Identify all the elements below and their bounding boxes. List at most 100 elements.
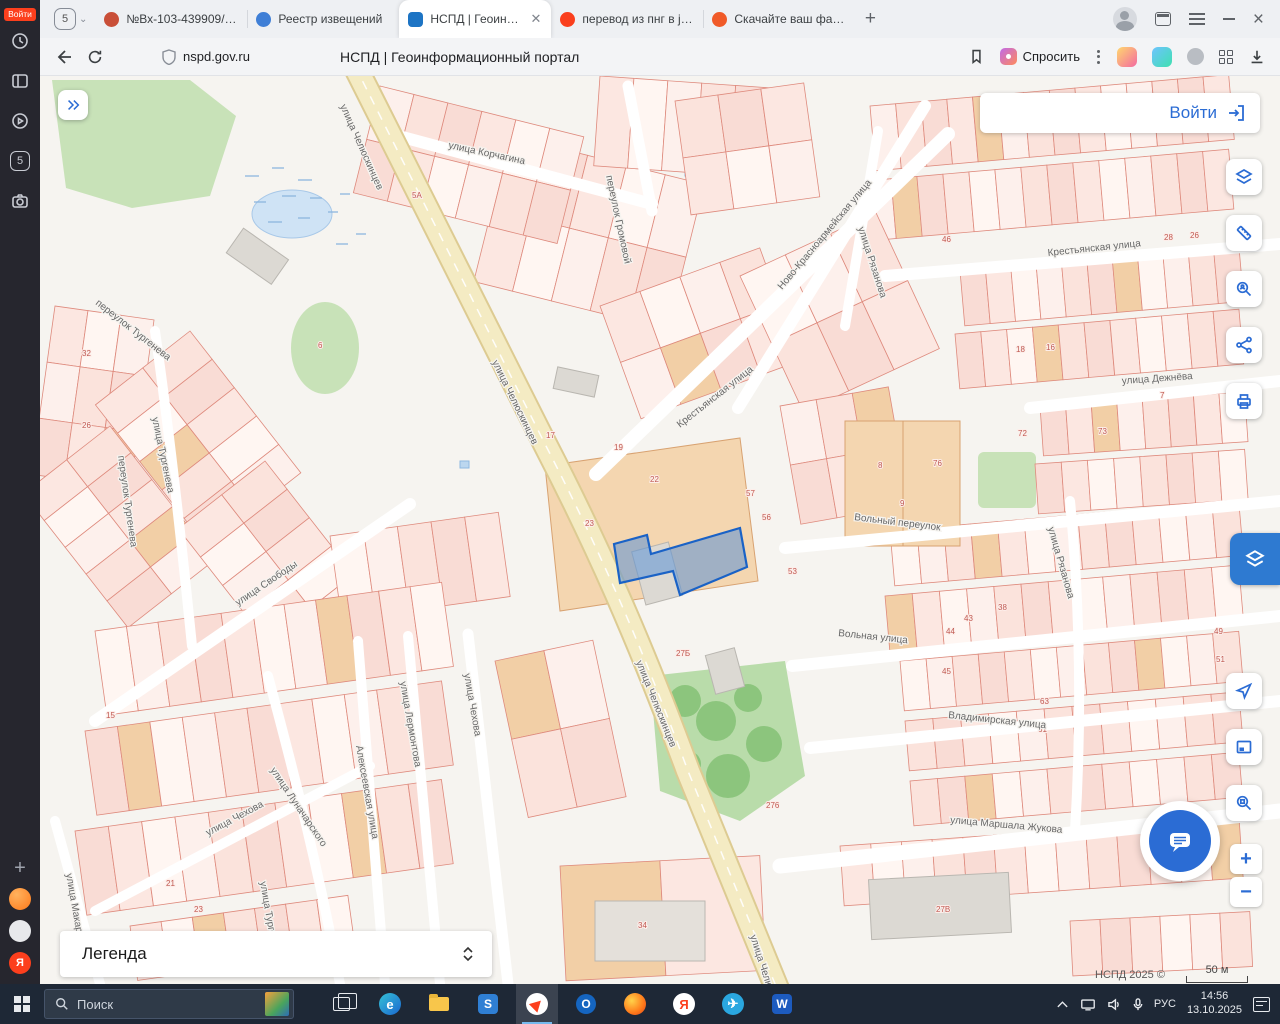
tab-counter[interactable]: 5 ⌄	[54, 8, 87, 30]
parcel-number: 38	[998, 603, 1007, 612]
parcel-number: 34	[638, 921, 647, 930]
map-area: 5А 6 32 26 17 19 23 22 57 56 53 27Б 276 34 27В 8 76 9 44 43…	[40, 76, 1280, 984]
collections-icon[interactable]	[1219, 49, 1233, 64]
panels-icon[interactable]	[0, 61, 40, 101]
parcel-number: 8	[878, 461, 883, 470]
edge-icon[interactable]: e	[369, 984, 411, 1024]
parcel-number: 49	[1214, 627, 1223, 636]
measure-button[interactable]	[1226, 215, 1262, 251]
notification-center-icon[interactable]	[1253, 996, 1270, 1012]
play-icon[interactable]	[0, 101, 40, 141]
bookmarks-count-badge[interactable]: 5	[0, 141, 40, 181]
legend-collapse-icon[interactable]	[460, 945, 476, 963]
map-canvas[interactable]: 5А 6 32 26 17 19 23 22 57 56 53 27Б 276 34 27В 8 76 9 44 43…	[40, 76, 1280, 984]
parcel-number: 44	[946, 627, 955, 636]
window-close-button[interactable]: ×	[1253, 10, 1264, 29]
hidden-icons-chevron[interactable]	[1056, 1000, 1069, 1009]
yandex-browser-icon[interactable]	[516, 984, 558, 1024]
alice-app-icon[interactable]	[9, 888, 31, 910]
tab-nspd-active[interactable]: НСПД | Геоинфор... ✕	[399, 0, 552, 38]
parcel-number: 63	[1040, 697, 1049, 706]
legend-title: Легенда	[82, 944, 147, 963]
widgets-icon[interactable]	[1154, 12, 1171, 26]
address-bar: nspd.gov.ru НСПД | Геоинформационный пор…	[40, 38, 1280, 76]
tab-registry[interactable]: Реестр извещений	[247, 0, 399, 38]
screenshot-icon[interactable]	[0, 181, 40, 221]
volume-icon[interactable]	[1107, 997, 1122, 1011]
parcel-number: 18	[1016, 345, 1025, 354]
url-text: nspd.gov.ru	[183, 49, 250, 64]
window-minimize-button[interactable]	[1222, 18, 1235, 20]
store-icon[interactable]: S	[467, 984, 509, 1024]
clock[interactable]: 14:56 13.10.2025	[1187, 990, 1242, 1018]
overview-map-button[interactable]	[1226, 729, 1262, 765]
print-button[interactable]	[1226, 383, 1262, 419]
parcel-number: 26	[1190, 231, 1199, 240]
new-tab-button[interactable]: +	[855, 8, 885, 30]
shield-icon	[162, 48, 176, 65]
parcel-number: 22	[650, 475, 659, 484]
history-icon[interactable]	[0, 21, 40, 61]
start-button[interactable]	[0, 984, 44, 1024]
more-options-icon[interactable]	[1095, 49, 1102, 64]
zoom-in-button[interactable]: +	[1230, 844, 1262, 874]
collapsed-panel-tab[interactable]	[1230, 533, 1280, 585]
tab-favicon	[560, 11, 576, 27]
tab-favicon	[104, 11, 120, 27]
firefox-icon[interactable]	[614, 984, 656, 1024]
parcel-number: 276	[766, 801, 780, 810]
outlook-icon[interactable]: O	[565, 984, 607, 1024]
yandex-search-icon[interactable]: Я	[663, 984, 705, 1024]
search-highlight-image[interactable]	[265, 992, 289, 1016]
yandex-login-badge[interactable]: Войти	[4, 8, 36, 21]
expand-panel-button[interactable]	[58, 90, 88, 120]
chat-assistant-button[interactable]	[1140, 801, 1220, 881]
back-icon[interactable]	[54, 47, 74, 67]
task-view-button[interactable]	[320, 984, 362, 1024]
url-field[interactable]: nspd.gov.ru	[162, 48, 250, 65]
extension-icon[interactable]	[1152, 46, 1172, 67]
chevron-down-icon: ⌄	[79, 13, 88, 25]
locate-me-button[interactable]	[1226, 673, 1262, 709]
bookmark-flag-icon[interactable]	[968, 48, 985, 65]
messenger-icon[interactable]: ✈	[712, 984, 754, 1024]
network-icon[interactable]	[1080, 998, 1096, 1011]
microphone-icon[interactable]	[1133, 997, 1143, 1011]
share-button[interactable]	[1226, 327, 1262, 363]
add-panel-icon[interactable]: +	[14, 858, 26, 878]
downloads-icon[interactable]	[1248, 48, 1266, 66]
file-explorer-icon[interactable]	[418, 984, 460, 1024]
extension-icon[interactable]	[1187, 48, 1204, 65]
zoom-out-button[interactable]: −	[1230, 877, 1262, 907]
ask-ai-button[interactable]: Спросить	[999, 48, 1080, 65]
layers-button[interactable]	[1226, 159, 1262, 195]
profile-avatar[interactable]	[1112, 7, 1137, 31]
parcel-number: 76	[933, 459, 942, 468]
parcel-number: 6	[318, 341, 323, 350]
browser-sidebar: Войти 5 + Я	[0, 0, 40, 984]
tab-download[interactable]: Скачайте ваш файл...	[703, 0, 855, 38]
parcel-number: 26	[82, 421, 91, 430]
menu-icon[interactable]	[1188, 13, 1205, 25]
reload-icon[interactable]	[86, 48, 104, 66]
parcel-block[interactable]	[674, 82, 821, 216]
extension-icon[interactable]	[1117, 46, 1137, 67]
parcel-number: 72	[1018, 429, 1027, 438]
yandex-app-icon[interactable]: Я	[9, 952, 31, 974]
object-search-button[interactable]	[1226, 271, 1262, 307]
tab-favicon	[408, 11, 424, 27]
language-indicator[interactable]: РУС	[1154, 998, 1176, 1010]
parcel-number: 21	[166, 879, 175, 888]
tab-document[interactable]: №Вх-103-439909/2...	[95, 0, 247, 38]
app-icon[interactable]	[9, 920, 31, 942]
word-icon[interactable]: W	[761, 984, 803, 1024]
parcel-number: 53	[788, 567, 797, 576]
legend-panel[interactable]: Легенда	[60, 931, 492, 977]
portal-login-button[interactable]: Войти	[980, 93, 1260, 133]
parcel-number: 27В	[936, 905, 950, 914]
zoom-to-area-button[interactable]	[1226, 785, 1262, 821]
tab-converter[interactable]: перевод из пнг в jp...	[551, 0, 703, 38]
parcel-number: 45	[942, 667, 951, 676]
taskbar-search-input[interactable]: Поиск	[44, 989, 294, 1019]
tab-close-icon[interactable]: ✕	[529, 11, 542, 27]
